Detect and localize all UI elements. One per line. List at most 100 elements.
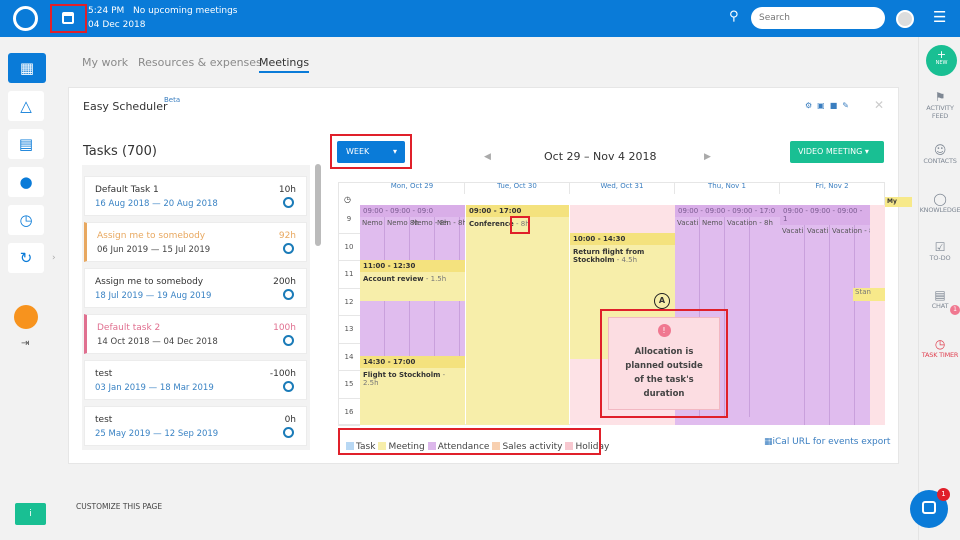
tab-meetings[interactable]: Meetings [259, 56, 310, 73]
ical-label: iCal URL for events export [772, 437, 891, 447]
video-meeting-button[interactable]: VIDEO MEETING ▾ [790, 141, 884, 163]
search-input[interactable] [751, 7, 885, 29]
assignee-avatar [283, 197, 294, 208]
chat-badge: 1 [937, 488, 950, 501]
event-title: Conference [469, 220, 514, 228]
task-item[interactable]: test 25 May 2019 — 12 Sep 2019 0h [84, 406, 307, 446]
task-timer-label: TASK TIMER [921, 351, 959, 359]
attendance-item: Vacati [805, 225, 830, 425]
flag-icon: ⚑ [934, 90, 946, 104]
attendance-item: Vacati [780, 225, 805, 425]
attendance-item: Vacation - 8h [830, 225, 870, 425]
upcoming-meetings[interactable]: No upcoming meetings [133, 6, 238, 16]
task-dates: 06 Jun 2019 — 15 Jul 2019 [97, 245, 211, 255]
new-button[interactable]: + NEW [926, 45, 957, 76]
timer-badge: 1 [950, 305, 960, 315]
tasks-title: Tasks (700) [83, 144, 157, 159]
tab-my-work[interactable]: My work [82, 56, 128, 69]
assignee-avatar [283, 243, 294, 254]
day-header: Thu, Nov 1 [675, 182, 780, 194]
task-hours: -100h [269, 369, 296, 379]
meeting-conference[interactable]: 09:00 - 17:00 Conference - 8h [466, 205, 569, 425]
contacts-button[interactable]: ☺ CONTACTS [919, 143, 960, 165]
date-range: Oct 29 – Nov 4 2018 [544, 150, 657, 163]
task-hours: 100h [273, 323, 296, 333]
event-time: 09:00 - 09:00 - 09:0 [360, 205, 465, 217]
todo-button[interactable]: ☑ TO-DO [919, 240, 960, 262]
logo-icon[interactable] [13, 6, 38, 31]
info-button[interactable]: i [15, 503, 46, 525]
tab-resources[interactable]: Resources & expenses [138, 56, 262, 69]
top-bar: 5:24 PM No upcoming meetings 04 Dec 2018… [0, 0, 960, 37]
day-header: Tue, Oct 30 [465, 182, 570, 194]
task-item[interactable]: Default Task 1 16 Aug 2018 — 20 Aug 2018 1… [84, 176, 307, 216]
event-time: 10:00 - 14:30 [570, 232, 675, 245]
panel-tools-icon[interactable]: ⚙▣■✎ [805, 101, 854, 110]
alarm-icon[interactable]: ◷ [8, 205, 44, 235]
task-name: test [95, 369, 113, 379]
structure-icon[interactable]: △ [8, 91, 44, 121]
activity-feed-label: ACTIVITY FEED [926, 104, 954, 120]
day-header: Mon, Oct 29 [360, 182, 465, 194]
my-chip-label: My [887, 198, 897, 205]
attendance-item: Vacation - 8h [725, 217, 773, 417]
hour-label: 12 [344, 297, 354, 306]
refresh-icon[interactable]: ↻ [8, 243, 44, 273]
clipboard-icon[interactable]: ▤ [8, 129, 44, 159]
expand-icon[interactable]: › [52, 253, 56, 263]
assignee-avatar [283, 381, 294, 392]
prev-week-icon[interactable]: ◀ [484, 152, 491, 162]
logout-icon[interactable]: ⇥ [21, 338, 29, 349]
search-icon[interactable]: ⚲ [729, 9, 739, 24]
hour-label: 13 [344, 325, 354, 333]
task-item[interactable]: Assign me to somebody 18 Jul 2019 — 19 Au… [84, 268, 307, 308]
assignee-avatar [283, 427, 294, 438]
day-header: Fri, Nov 2 [780, 182, 885, 194]
task-item[interactable]: test 03 Jan 2019 — 18 Mar 2019 -100h [84, 360, 307, 400]
panel-title: Easy Scheduler [83, 100, 168, 113]
task-item[interactable]: Default task 2 14 Oct 2018 — 04 Dec 2018 1… [84, 314, 307, 354]
menu-icon[interactable]: ☰ [933, 8, 946, 26]
scrollbar[interactable] [315, 164, 321, 246]
timer-icon[interactable]: ◷ [344, 195, 351, 204]
lightbulb-icon: ◯ [933, 192, 947, 206]
event-duration: - 4.5h [614, 255, 638, 264]
hour-label: 11 [344, 270, 354, 278]
assignee-avatar [283, 289, 294, 300]
task-item[interactable]: Assign me to somebody 06 Jun 2019 — 15 Ju… [84, 222, 307, 262]
team-icon[interactable] [14, 305, 38, 329]
hour-label: 16 [344, 407, 354, 416]
task-hours: 92h [278, 231, 296, 241]
close-icon[interactable]: ✕ [874, 98, 884, 112]
event-title: Flight to Stockholm [363, 371, 441, 380]
task-name: test [95, 415, 113, 425]
avatar[interactable] [896, 10, 914, 28]
attendance-event[interactable]: 09:00 - 09:00 - 09:00 - 1 Vacati Vacati Vac… [780, 205, 870, 425]
knowledge-button[interactable]: ◯ KNOWLEDGE [919, 192, 960, 214]
task-name: Default Task 1 [95, 185, 159, 195]
task-hours: 0h [284, 415, 296, 425]
next-week-icon[interactable]: ▶ [704, 152, 711, 162]
stan-chip[interactable]: Stan [853, 288, 885, 301]
contacts-label: CONTACTS [923, 157, 957, 165]
event-duration: - 1.5h [423, 275, 447, 283]
current-date: 04 Dec 2018 [88, 20, 146, 30]
video-meeting-label: VIDEO MEETING [798, 147, 863, 156]
hour-label: 15 [344, 380, 354, 388]
task-timer-button[interactable]: ◷ TASK TIMER [919, 337, 960, 359]
right-nav: + NEW ⚑ ACTIVITY FEED ☺ CONTACTS ◯ KNOWLEDGE… [918, 37, 960, 540]
task-dates: 18 Jul 2019 — 19 Aug 2019 [95, 291, 212, 301]
ical-link[interactable]: ▦iCal URL for events export [764, 437, 890, 447]
customize-link[interactable]: CUSTOMIZE THIS PAGE [76, 502, 162, 511]
users-icon[interactable]: ● [8, 167, 44, 197]
dashboard-icon[interactable]: ▦ [8, 53, 46, 83]
meeting-account-review[interactable]: 11:00 - 12:30 Account review - 1.5h [360, 260, 465, 302]
meeting-flight[interactable]: 14:30 - 17:00 Flight to Stockholm - 2.5h [360, 356, 465, 425]
checklist-icon: ☑ [934, 240, 946, 254]
alarm-icon: ◷ [934, 337, 946, 351]
activity-feed-button[interactable]: ⚑ ACTIVITY FEED [919, 90, 960, 120]
stan-label: Stan [855, 288, 871, 296]
current-time: 5:24 PM [88, 6, 125, 16]
beta-badge: Beta [164, 96, 181, 104]
my-chip[interactable]: My [885, 197, 912, 207]
